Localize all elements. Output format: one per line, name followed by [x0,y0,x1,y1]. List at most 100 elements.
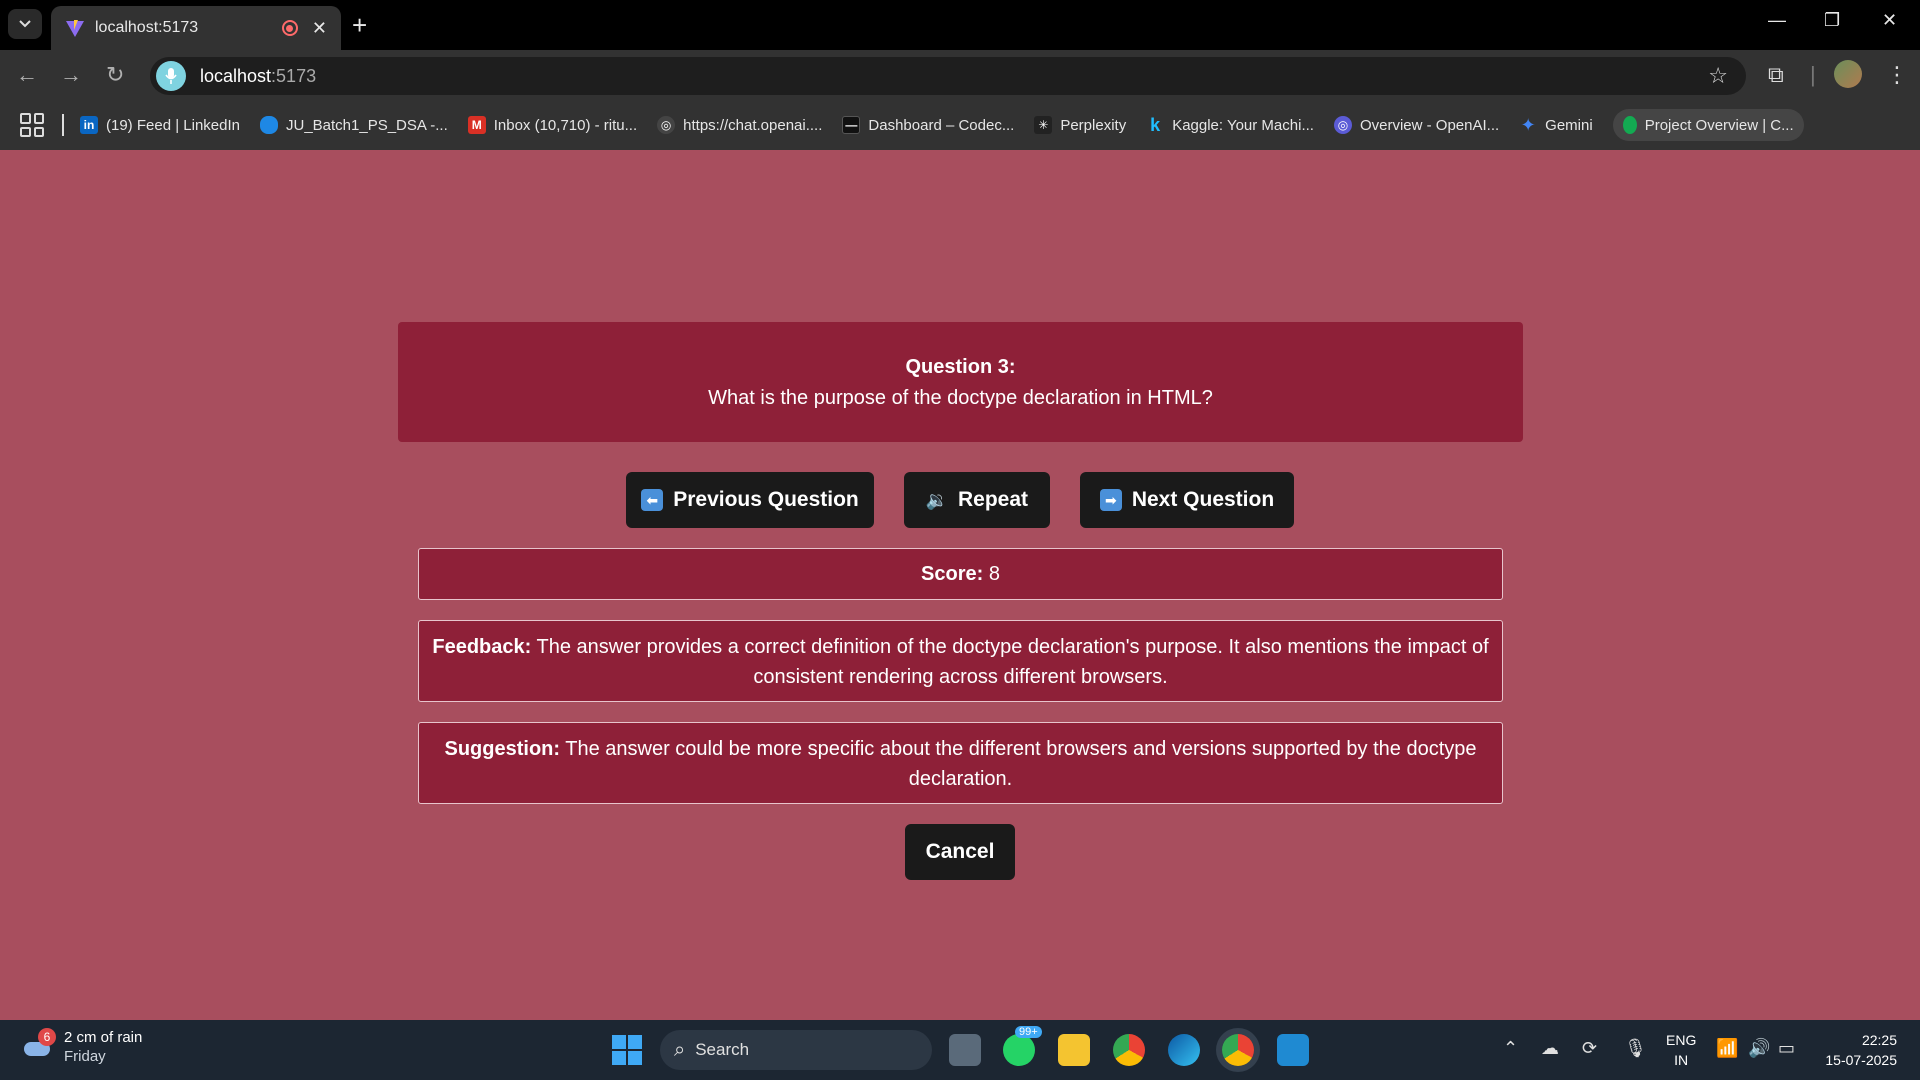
openai-overview-icon: ◎ [1333,116,1352,134]
feedback-label: Feedback: [432,636,532,658]
bookmark-label: Inbox (10,710) - ritu... [493,116,638,134]
repeat-button[interactable]: 🔉 Repeat [904,472,1050,528]
file-explorer-icon[interactable] [1058,1034,1090,1066]
bookmark-star-icon[interactable]: ☆ [1708,63,1728,89]
previous-question-button[interactable]: ⬅ Previous Question [626,472,874,528]
language-indicator[interactable]: ENG IN [1666,1030,1696,1070]
address-bar[interactable]: localhost:5173 ☆ [150,57,1746,95]
edge-icon[interactable] [1168,1034,1200,1066]
bookmark-codec[interactable]: — Dashboard – Codec... [842,109,1014,141]
microphone-icon[interactable] [156,61,186,91]
search-placeholder: Search [695,1040,750,1059]
wifi-icon[interactable]: 📶 [1716,1038,1738,1059]
show-hidden-icons[interactable]: ⌃ [1503,1038,1518,1059]
bookmark-label: Kaggle: Your Machi... [1172,116,1314,134]
bookmark-linkedin[interactable]: in (19) Feed | LinkedIn [80,109,240,141]
vite-icon [66,20,84,37]
mongodb-icon [1622,116,1637,134]
extensions-icon[interactable]: ⧉ [1768,62,1784,88]
score-value: 8 [988,563,1000,585]
lang-bottom: IN [1674,1052,1689,1068]
feedback-card: Feedback: The answer provides a correct … [418,620,1503,702]
codec-icon: — [842,116,861,134]
kaggle-icon: k [1150,114,1161,135]
rain-cloud-icon: 6 [22,1027,56,1062]
minimize-icon[interactable]: — [1768,10,1786,31]
bookmark-gemini[interactable]: ✦ Gemini [1519,109,1593,141]
search-icon: ⌕ [674,1038,686,1061]
right-arrow-icon: ➡ [1099,489,1122,511]
taskbar-search[interactable]: ⌕ Search [660,1030,932,1070]
browser-tab[interactable]: localhost:5173 ✕ [51,6,341,50]
bookmark-label: Overview - OpenAI... [1359,116,1500,134]
close-tab-icon[interactable]: ✕ [312,18,327,39]
bookmark-label: https://chat.openai.... [683,116,823,134]
openai-icon: ◎ [657,116,676,134]
tab-search-button[interactable] [8,9,42,39]
apps-grid-icon[interactable] [20,113,44,137]
windows-start-icon[interactable] [612,1035,642,1065]
microphone-tray-icon[interactable]: 🎙 [1624,1038,1647,1059]
bookmarks-bar: in (19) Feed | LinkedIn JU_Batch1_PS_DSA … [0,100,1920,150]
bookmark-gmail[interactable]: M Inbox (10,710) - ritu... [467,109,638,141]
bookmark-openai-overview[interactable]: ◎ Overview - OpenAI... [1333,109,1500,141]
sync-icon[interactable]: ⟳ [1582,1038,1597,1059]
close-window-icon[interactable]: ✕ [1882,10,1897,31]
vscode-icon[interactable] [1277,1034,1309,1066]
battery-icon[interactable]: ▭ [1778,1038,1795,1059]
bookmark-label: JU_Batch1_PS_DSA -... [285,116,448,134]
gmail-icon: M [467,116,486,134]
weather-badge: 6 [38,1027,56,1046]
new-tab-button[interactable]: + [352,10,367,41]
bookmark-kaggle[interactable]: k Kaggle: Your Machi... [1146,109,1314,141]
weather-title: 2 cm of rain [64,1029,143,1046]
whatsapp-icon[interactable]: 99+ [1003,1026,1042,1066]
forward-icon[interactable]: → [60,62,82,88]
question-panel: Question 3: What is the purpose of the d… [398,322,1523,442]
tab-title: localhost:5173 [95,19,199,36]
question-text: What is the purpose of the doctype decla… [708,387,1213,409]
suggestion-card: Suggestion: The answer could be more spe… [418,722,1503,804]
next-question-button[interactable]: ➡ Next Question [1080,472,1294,528]
weather-widget[interactable]: 6 2 cm of rain Friday [22,1027,143,1065]
next-question-label: Next Question [1131,488,1275,511]
browser-tab-bar: localhost:5173 ✕ + — ❐ ✕ [0,0,1920,50]
profile-avatar[interactable] [1834,60,1862,88]
url-port: :5173 [271,65,317,86]
perplexity-icon: ✳ [1034,116,1053,134]
suggestion-text: The answer could be more specific about … [565,738,1477,790]
chevron-down-icon [19,20,31,28]
left-arrow-icon: ⬅ [641,489,664,511]
bookmark-label: Project Overview | C... [1644,116,1794,134]
windows-taskbar: 6 2 cm of rain Friday ⌕ Search 99+ ⌃ ☁ ⟳… [0,1020,1920,1080]
repeat-label: Repeat [957,488,1029,511]
toolbar-divider: | [1810,62,1816,87]
bookmark-perplexity[interactable]: ✳ Perplexity [1034,109,1126,141]
bookmark-chatgpt[interactable]: ◎ https://chat.openai.... [657,109,822,141]
bookmark-onedrive[interactable]: JU_Batch1_PS_DSA -... [259,109,448,141]
clock-date: 15-07-2025 [1825,1052,1897,1068]
system-clock[interactable]: 22:25 15-07-2025 [1815,1030,1897,1070]
score-label: Score: [921,563,984,585]
volume-icon[interactable]: 🔊 [1748,1038,1770,1059]
clock-time: 22:25 [1861,1032,1897,1048]
chrome-icon[interactable] [1113,1034,1145,1066]
lang-top: ENG [1666,1032,1697,1048]
suggestion-label: Suggestion: [444,738,561,760]
back-icon[interactable]: ← [16,62,38,88]
whatsapp-badge: 99+ [1015,1026,1042,1038]
more-menu-icon[interactable]: ⋮ [1886,62,1908,88]
score-card: Score: 8 [418,548,1503,600]
url-host: localhost [200,65,272,86]
question-number: Question 3: [905,356,1016,378]
onedrive-tray-icon[interactable]: ☁ [1541,1038,1559,1059]
restore-icon[interactable]: ❐ [1824,10,1840,31]
bookmark-label: (19) Feed | LinkedIn [106,116,240,134]
bookmarks-divider [62,114,64,136]
cancel-button[interactable]: Cancel [905,824,1015,880]
reload-icon[interactable]: ↻ [106,62,124,88]
onedrive-icon [259,116,278,134]
task-view-icon[interactable] [949,1034,981,1066]
chrome-active-icon[interactable] [1222,1034,1254,1066]
bookmark-project-overview[interactable]: Project Overview | C... [1612,109,1804,141]
